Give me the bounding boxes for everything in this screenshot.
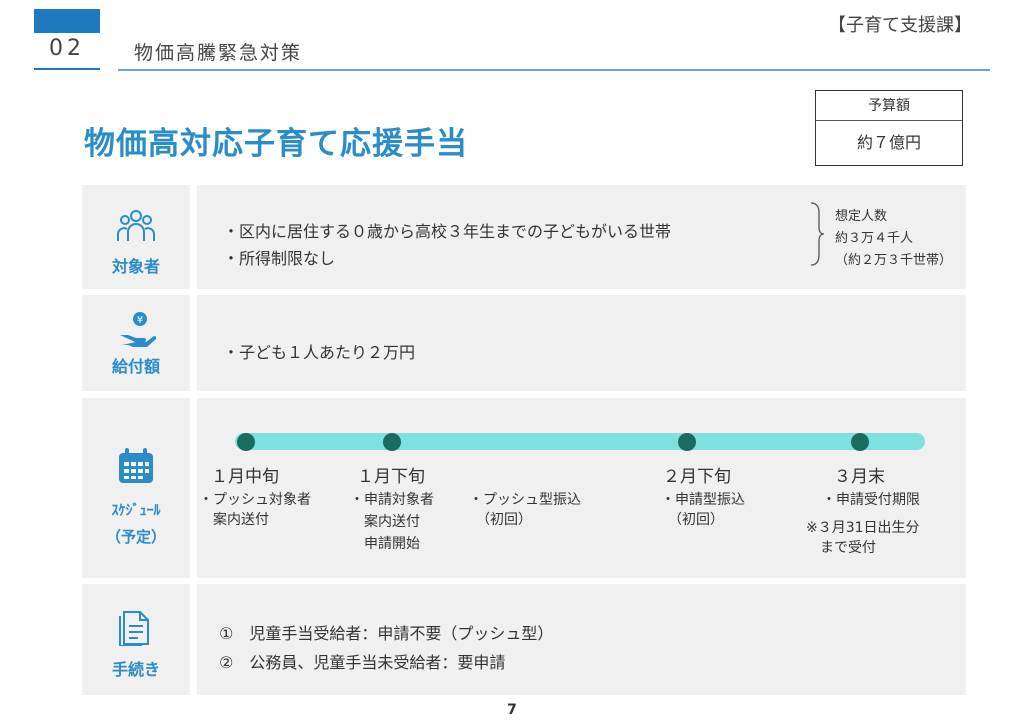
section-title-underline [118, 69, 990, 71]
milestone-5-line-2: ※３月31日出生分 [806, 520, 920, 536]
section-number-underline [34, 68, 100, 70]
target-line-2: ・所得制限なし [223, 249, 336, 268]
calendar-icon [119, 448, 153, 483]
budget-value: 約７億円 [856, 133, 921, 152]
milestone-2-line-1: ・申請対象者 [350, 492, 434, 508]
milestone-4-line-2: （初回） [661, 512, 724, 528]
schedule-label-sub: （予定） [105, 528, 166, 546]
amount-content-cell: ・子ども１人あたり２万円 [197, 295, 966, 391]
target-note-3: （約２万３千世帯） [835, 253, 953, 268]
milestone-4-date: ２月下旬 [663, 467, 731, 487]
section-tab [34, 9, 100, 33]
target-line-1: ・区内に居住する０歳から高校３年生までの子どもがいる世帯 [223, 222, 672, 241]
milestone-1-line-2: 案内送付 [199, 512, 269, 528]
schedule-label-cell: ｽｹｼﾞｭｰﾙ （予定） [82, 398, 190, 578]
section-number: 02 [49, 36, 85, 61]
timeline-dot-2 [383, 433, 401, 451]
milestone-5-date: ３月末 [834, 467, 885, 487]
milestone-3-line-1: ・プッシュ型振込 [469, 492, 581, 508]
page-number: 7 [507, 702, 517, 718]
target-label: 対象者 [111, 257, 160, 276]
milestone-2-line-2: 案内送付 [350, 514, 420, 530]
schedule-label: ｽｹｼﾞｭｰﾙ [111, 503, 161, 519]
svg-text:¥: ¥ [137, 315, 143, 326]
amount-line-1: ・子ども１人あたり２万円 [223, 343, 416, 362]
procedure-content-cell: ① 児童手当受給者：申請不要（プッシュ型） ② 公務員、児童手当未受給者：要申請 [197, 584, 966, 695]
procedure-line-1: ① 児童手当受給者：申請不要（プッシュ型） [219, 624, 554, 643]
section-title: 物価高騰緊急対策 [134, 42, 303, 64]
milestone-2-date: １月下旬 [357, 467, 425, 487]
page-title: 物価高対応子育て応援手当 [84, 126, 468, 162]
procedure-label: 手続き [111, 660, 160, 679]
procedure-line-2: ② 公務員、児童手当未受給者：要申請 [219, 653, 506, 672]
timeline-dot-3 [678, 433, 696, 451]
procedure-label-cell: 手続き [82, 584, 190, 695]
timeline-bar [235, 433, 925, 450]
milestone-5-line-1: ・申請受付期限 [822, 492, 920, 508]
department-label: 【子育て支援課】 [828, 15, 972, 36]
people-icon [117, 210, 155, 241]
hand-coin-icon: ¥ [120, 312, 156, 347]
milestone-4-line-1: ・申請型振込 [661, 492, 745, 508]
milestone-3-line-2: （初回） [469, 512, 532, 528]
budget-label: 予算額 [816, 91, 962, 121]
milestone-5-line-3: まで受付 [806, 540, 876, 556]
target-content-cell: ・区内に居住する０歳から高校３年生までの子どもがいる世帯 ・所得制限なし 想定人… [197, 185, 966, 289]
milestone-2-line-3: 申請開始 [350, 536, 420, 552]
milestone-1-line-1: ・プッシュ対象者 [199, 492, 311, 508]
amount-label-cell: ¥ 給付額 [82, 295, 190, 391]
timeline-dot-4 [851, 433, 869, 451]
brace-icon [810, 202, 825, 266]
budget-box: 予算額 約７億円 [815, 90, 963, 166]
target-note-2: 約３万４千人 [835, 231, 914, 246]
document-icon [119, 611, 149, 646]
target-label-cell: 対象者 [82, 185, 190, 289]
amount-label: 給付額 [111, 357, 160, 376]
milestone-1-date: １月中旬 [211, 467, 279, 487]
target-note-1: 想定人数 [835, 209, 888, 224]
timeline-dot-1 [237, 433, 255, 451]
